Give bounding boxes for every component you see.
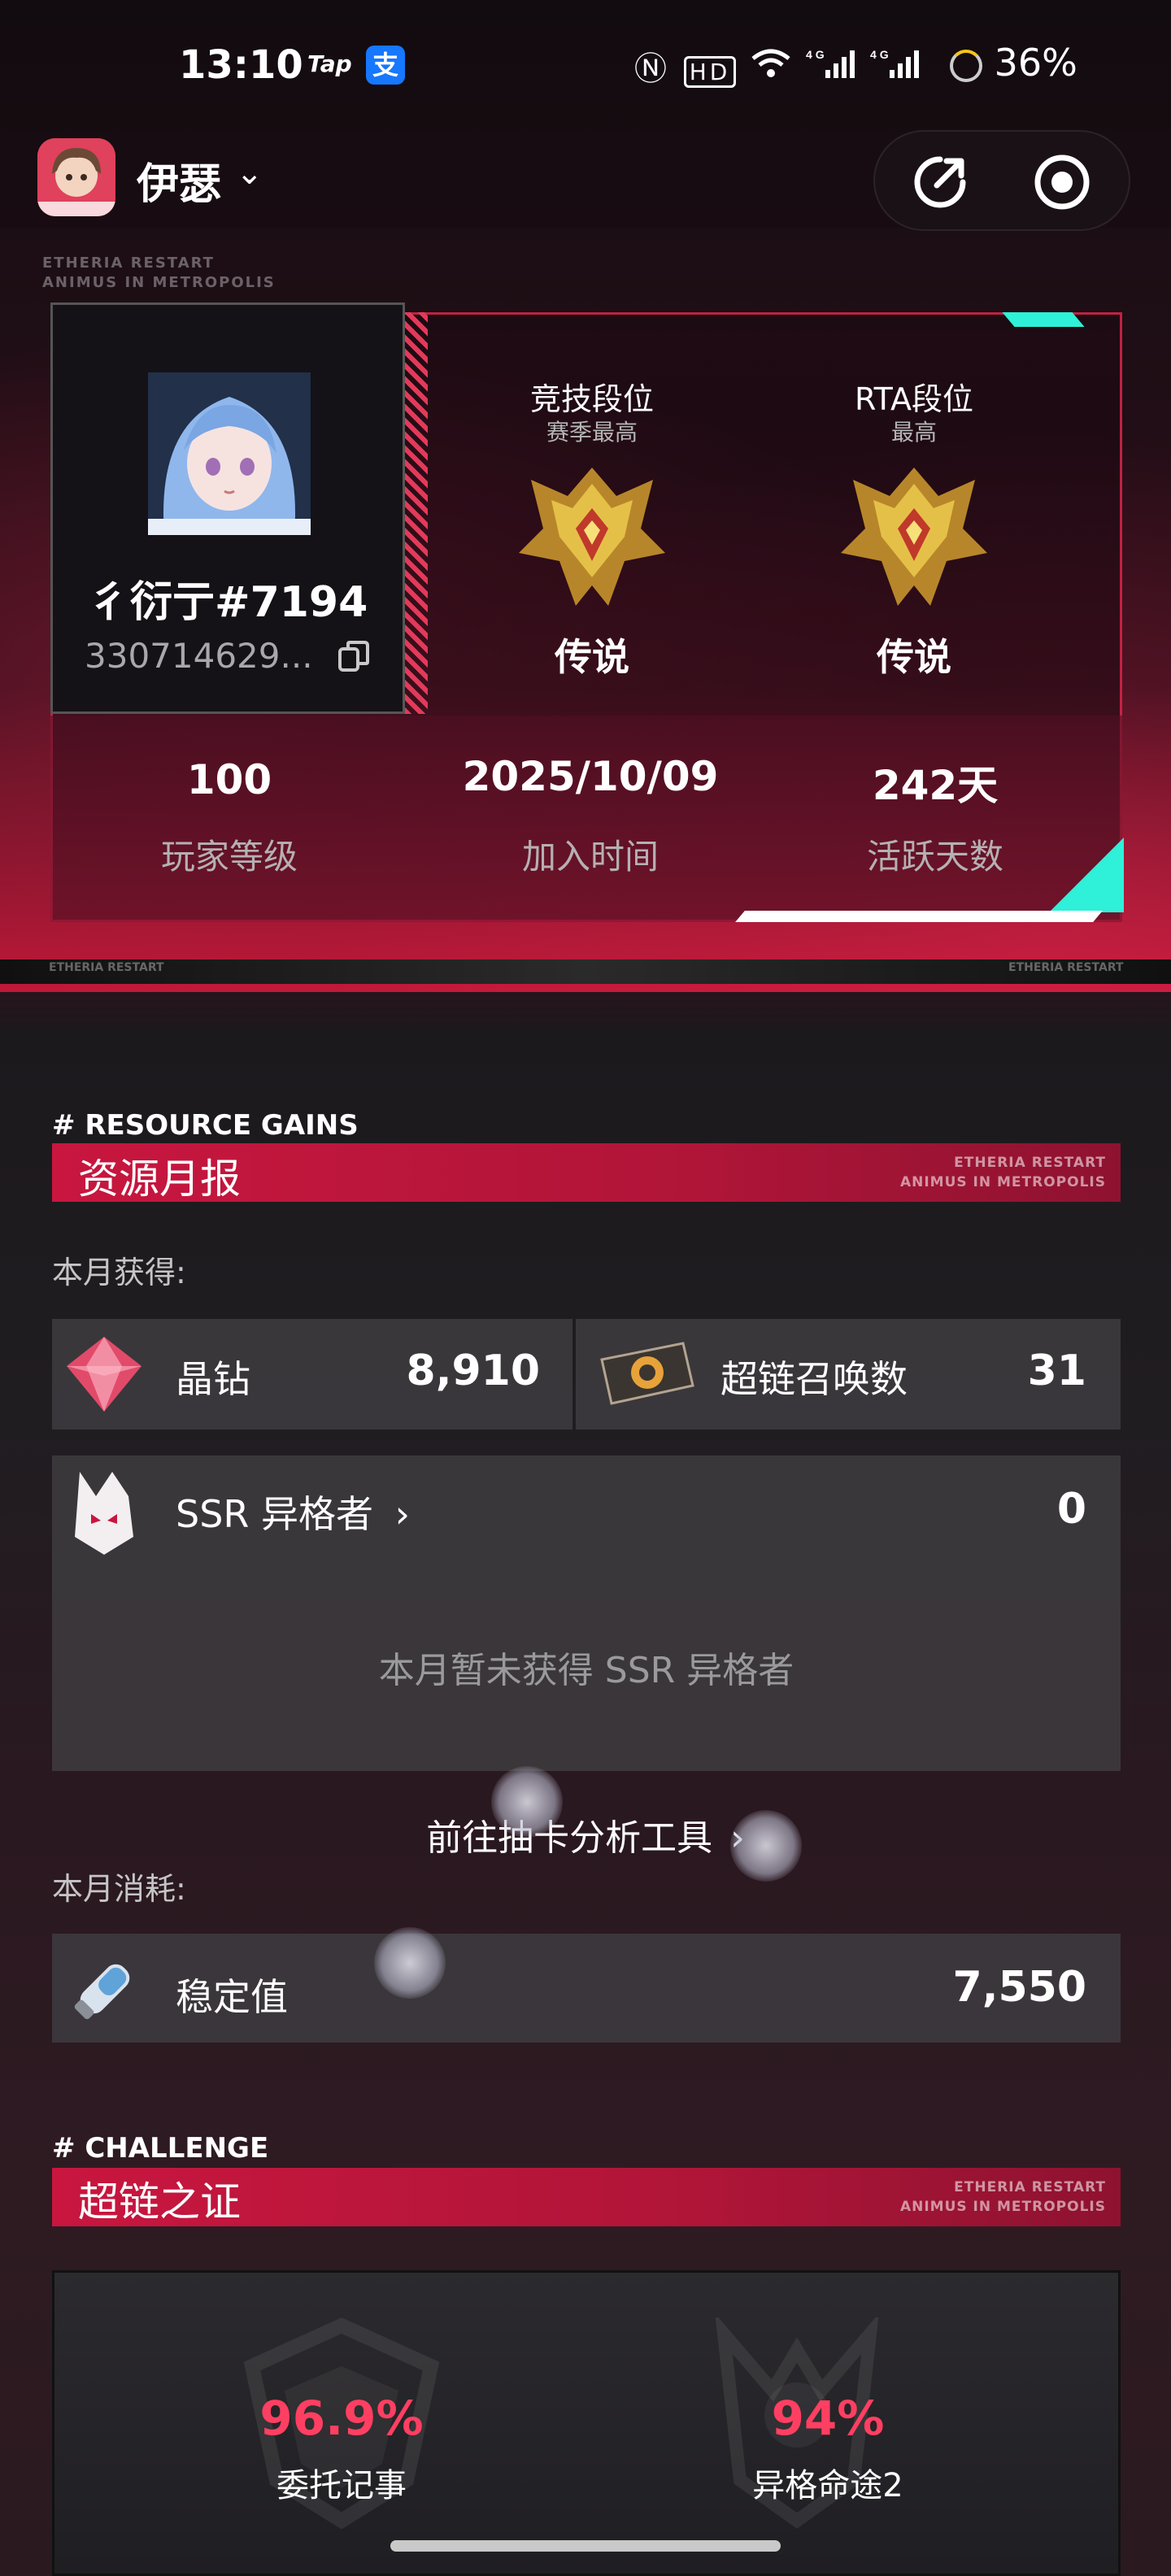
record-icon[interactable] — [1031, 151, 1093, 213]
challenge-label-path: 异格命途2 — [752, 2467, 903, 2504]
status-icons: Ⓝ HD 4G 4G — [634, 42, 921, 89]
legend-rank-emblem-icon — [841, 468, 987, 606]
chevron-right-icon: › — [394, 1492, 411, 1536]
hero-bottom-label-left: ETHERIA RESTART — [49, 961, 164, 974]
rank-tier-rta: 传说 — [877, 635, 951, 679]
crystal-diamond-icon — [67, 1337, 141, 1412]
svg-text:4G: 4G — [806, 48, 828, 61]
hero-bg-line1: ETHERIA RESTART — [42, 255, 215, 272]
challenge-deco-line2: ANIMUS IN METROPOLIS — [899, 2199, 1106, 2215]
status-bar: 13:10 Tap 支 Ⓝ HD 4G 4G 36% — [0, 0, 1171, 130]
svg-text:4G: 4G — [870, 48, 892, 61]
resource-value-crystal: 8,910 — [406, 1347, 540, 1395]
signal-4g-icon: 4G — [806, 48, 855, 78]
signal-4g-icon: 4G — [870, 48, 919, 78]
ssr-link[interactable]: SSR 异格者 › — [176, 1485, 410, 1538]
resource-deco-line2: ANIMUS IN METROPOLIS — [899, 1174, 1106, 1190]
game-app-icon[interactable] — [37, 138, 115, 216]
resource-label-summon: 超链召唤数 — [720, 1357, 908, 1401]
home-indicator[interactable] — [390, 2540, 781, 2552]
avatar-image — [148, 372, 311, 535]
challenge-section-tag: # CHALLENGE — [52, 2132, 269, 2165]
challenge-percent-commission: 96.9% — [259, 2391, 424, 2446]
rank-tier-arena: 传说 — [555, 635, 629, 679]
alipay-icon: 支 — [366, 46, 405, 85]
resource-label-crystal: 晶钻 — [176, 1357, 250, 1401]
legend-rank-emblem-icon — [519, 468, 665, 606]
rank-label-arena: 竞技段位 — [529, 381, 654, 417]
summon-ticket-icon — [600, 1342, 694, 1405]
gacha-link-label: 前往抽卡分析工具 — [426, 1817, 713, 1859]
white-accent-line — [735, 911, 1103, 922]
tap-app-icon: Tap — [307, 50, 352, 77]
hero-stats-panel — [50, 716, 1122, 922]
avatar[interactable] — [148, 372, 311, 535]
touch-indicator — [374, 1927, 446, 1999]
stat-value-active-days: 242天 — [872, 762, 999, 809]
resource-section-tag: # RESOURCE GAINS — [52, 1109, 359, 1142]
challenge-deco-line1: ETHERIA RESTART — [954, 2179, 1106, 2195]
cyan-accent-tab — [1002, 312, 1085, 327]
resource-section-title: 资源月报 — [78, 1155, 241, 1203]
challenge-section-title: 超链之证 — [78, 2178, 241, 2226]
stat-label-level: 玩家等级 — [160, 837, 298, 877]
challenge-label-commission: 委托记事 — [276, 2467, 407, 2504]
share-icon[interactable] — [909, 151, 971, 213]
challenge-section-deco: ETHERIA RESTART ANIMUS IN METROPOLIS — [862, 2178, 1106, 2217]
battery-icon — [950, 49, 982, 82]
status-time: 13:10 — [179, 42, 303, 88]
copy-icon[interactable] — [337, 639, 371, 673]
spent-label: 本月消耗: — [52, 1871, 186, 1907]
challenge-card — [52, 2270, 1121, 2576]
ssr-empty-text: 本月暂未获得 SSR 异格者 — [378, 1650, 794, 1691]
touch-indicator — [491, 1766, 563, 1838]
game-character-icon — [37, 138, 115, 216]
player-name: 彳衍亍#7194 — [88, 578, 368, 627]
player-id: 330714629... — [85, 636, 313, 676]
resource-section-deco: ETHERIA RESTART ANIMUS IN METROPOLIS — [862, 1153, 1106, 1192]
profile-card-accent — [405, 312, 428, 714]
resource-label-stability: 稳定值 — [176, 1975, 288, 2019]
hd-icon: HD — [683, 56, 737, 88]
gained-label: 本月获得: — [52, 1255, 186, 1290]
chevron-down-icon[interactable]: ⌄ — [236, 154, 263, 192]
battery-indicator: 36% — [950, 41, 1077, 85]
stability-vial-icon — [74, 1964, 130, 2020]
rank-sub-arena: 赛季最高 — [546, 419, 638, 446]
battery-percent: 36% — [994, 41, 1077, 85]
nfc-icon: Ⓝ — [634, 50, 670, 88]
ssr-mask-icon — [75, 1472, 133, 1555]
stat-value-level: 100 — [186, 756, 272, 803]
stat-label-active-days: 活跃天数 — [866, 837, 1003, 877]
resource-value-stability: 7,550 — [952, 1963, 1086, 2012]
ssr-count: 0 — [1056, 1485, 1086, 1534]
hero-bottom-strip — [0, 959, 1171, 984]
hero-background-text: ETHERIA RESTART ANIMUS IN METROPOLIS — [42, 254, 276, 293]
rank-label-rta: RTA段位 — [855, 381, 973, 417]
ssr-label: SSR 异格者 — [176, 1492, 373, 1536]
rank-sub-rta: 最高 — [890, 419, 937, 446]
resource-deco-line1: ETHERIA RESTART — [954, 1155, 1106, 1171]
wifi-icon — [751, 49, 790, 77]
hero-bottom-label-right: ETHERIA RESTART — [1008, 961, 1124, 974]
gacha-analysis-link[interactable]: 前往抽卡分析工具 › — [382, 1808, 789, 1860]
touch-indicator — [730, 1810, 802, 1882]
stat-value-join-date: 2025/10/09 — [462, 753, 719, 800]
resource-value-summon: 31 — [1027, 1347, 1086, 1395]
hero-bg-line2: ANIMUS IN METROPOLIS — [42, 274, 276, 291]
stat-label-join-date: 加入时间 — [521, 837, 659, 877]
game-account-name[interactable]: 伊瑟 — [137, 150, 221, 211]
challenge-percent-path: 94% — [771, 2391, 885, 2446]
